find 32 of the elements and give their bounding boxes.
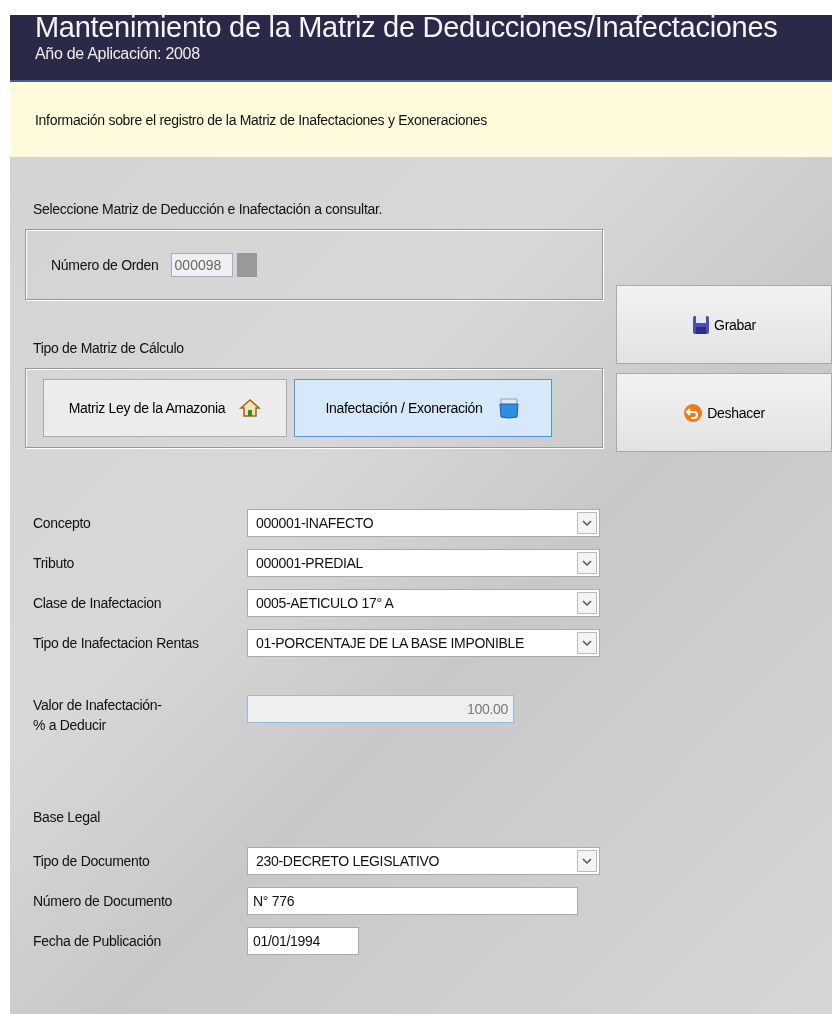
undo-button[interactable]: Deshacer — [616, 373, 832, 452]
container-icon — [496, 396, 521, 420]
dropdown-field[interactable]: 230-DECRETO LEGISLATIVO — [247, 847, 600, 875]
order-number-field[interactable]: 000098 — [170, 252, 233, 277]
dropdown-field[interactable]: 000001-PREDIAL — [247, 549, 600, 577]
dropdown-field[interactable]: 000001-INAFECTO — [247, 509, 600, 537]
undo-icon — [683, 402, 704, 423]
field-label: Tributo — [33, 554, 75, 573]
section-label: Base Legal — [33, 809, 102, 827]
field-label: Clase de Inafectacion — [33, 594, 163, 613]
matrix-type-button[interactable]: Matriz Ley de la Amazonia — [43, 379, 287, 437]
field-label: Tipo de Inafectacion Rentas — [33, 634, 200, 653]
field-label: Concepto — [33, 514, 92, 533]
field-label: Fecha de Publicación — [33, 932, 162, 951]
lookup-button[interactable] — [236, 252, 257, 277]
dropdown-field[interactable]: 01-PORCENTAJE DE LA BASE IMPONIBLE — [247, 629, 600, 657]
field-label: Tipo de Documento — [33, 852, 151, 871]
field-label: Número de Documento — [33, 892, 174, 911]
section-label: Seleccione Matriz de Deducción e Inafectación a consultar. — [32, 201, 384, 219]
save-button[interactable]: Grabar — [616, 285, 832, 364]
info-text: Información sobre el registro de la Matriz de Inafectaciones y Exoneraciones — [35, 111, 487, 128]
section-label: Tipo de Matriz de Cálculo — [32, 340, 185, 358]
matrix-type-button[interactable]: Inafectación / Exoneración — [294, 379, 552, 437]
house-icon — [239, 397, 262, 419]
dropdown-field[interactable]: 0005-AETICULO 17° A — [247, 589, 600, 617]
field-label: Número de Orden — [51, 256, 159, 273]
date-field[interactable]: 01/01/1994 — [247, 927, 359, 955]
field-label: Valor de Inafectación- % a Deducir — [33, 696, 163, 735]
page-subtitle: Año de Aplicación: 2008 — [35, 45, 201, 63]
page-title: Mantenimiento de la Matriz de Deducciones/Inafectaciones — [35, 15, 779, 42]
input-field[interactable]: N° 776 — [247, 887, 578, 915]
input-field[interactable]: 100.00 — [247, 695, 514, 723]
